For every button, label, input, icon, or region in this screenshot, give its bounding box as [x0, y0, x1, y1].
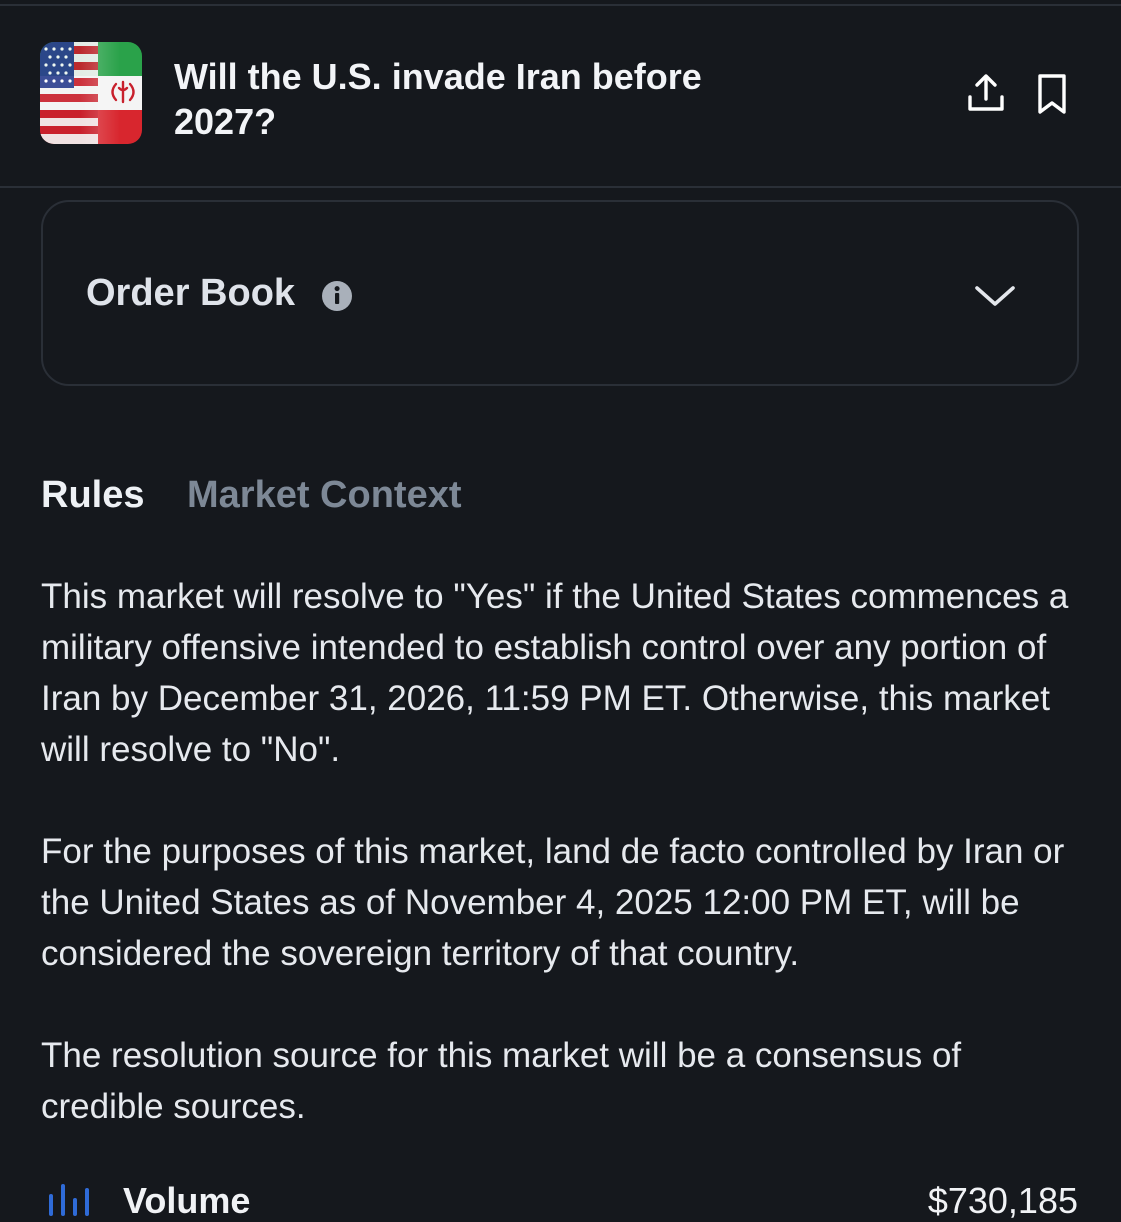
- rules-paragraph: The resolution source for this market wi…: [41, 1036, 962, 1126]
- rules-text: This market will resolve to "Yes" if the…: [41, 571, 1081, 1183]
- volume-row: Volume $730,185: [41, 1176, 1081, 1221]
- market-title: Will the U.S. invade Iran before 2027?: [174, 56, 702, 142]
- share-icon: [968, 74, 1004, 111]
- top-divider: [0, 0, 1121, 6]
- order-book-title: Order Book: [86, 272, 296, 314]
- tab-market-context[interactable]: Market Context: [187, 474, 462, 517]
- bookmark-icon: [1038, 74, 1066, 114]
- info-icon[interactable]: [321, 280, 353, 312]
- tab-rules[interactable]: Rules: [41, 474, 144, 517]
- rules-paragraph: This market will resolve to "Yes" if the…: [41, 577, 1069, 769]
- bar-chart-icon: [49, 1184, 89, 1216]
- market-header: Will the U.S. invade Iran before 2027?: [0, 8, 1121, 188]
- chevron-down-icon: [975, 286, 1015, 306]
- volume-value: $730,185: [927, 1180, 1078, 1221]
- volume-label: Volume: [123, 1180, 251, 1221]
- order-book-panel[interactable]: Order Book: [41, 200, 1079, 386]
- bookmark-button[interactable]: [1030, 70, 1074, 118]
- rules-paragraph: For the purposes of this market, land de…: [41, 832, 1065, 973]
- order-book-toggle[interactable]: [967, 272, 1023, 320]
- us-iran-flag-icon: [40, 42, 142, 144]
- share-button[interactable]: [964, 70, 1008, 118]
